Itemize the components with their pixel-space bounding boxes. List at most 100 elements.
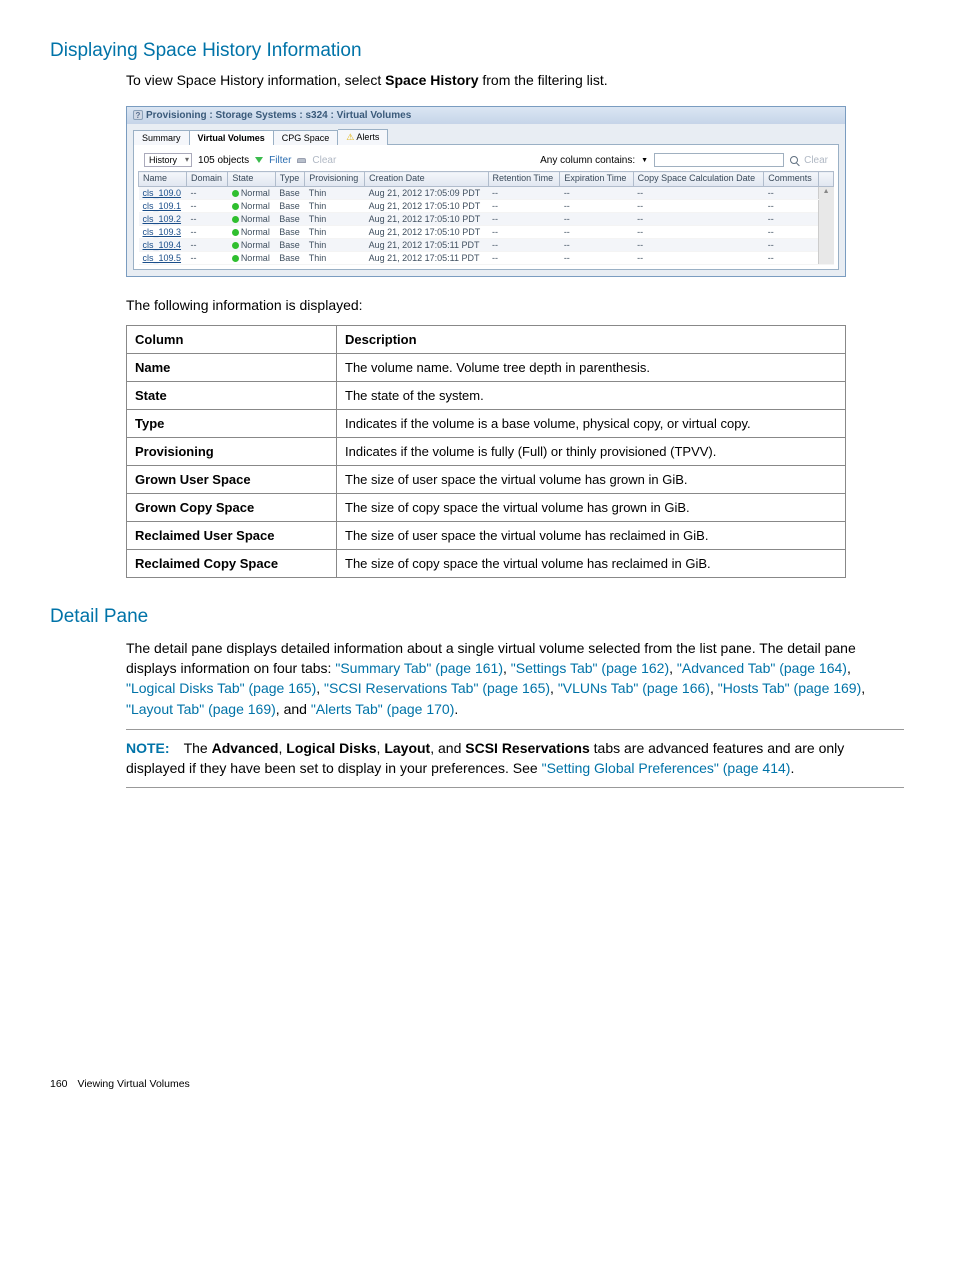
link-scsi-tab[interactable]: "SCSI Reservations Tab" (page 165) [324, 680, 550, 696]
cell-domain: -- [187, 199, 228, 212]
cell-name: cls_109.2 [139, 212, 187, 225]
section-heading-space-history: Displaying Space History Information [50, 40, 904, 62]
link-layout-tab[interactable]: "Layout Tab" (page 169) [126, 701, 276, 717]
link-alerts-tab[interactable]: "Alerts Tab" (page 170) [311, 701, 455, 717]
note-b3: Layout [384, 740, 430, 756]
help-icon: ? [133, 110, 143, 120]
table-row[interactable]: cls_109.4--NormalBaseThinAug 21, 2012 17… [139, 238, 834, 251]
column-contains-label: Any column contains: [540, 155, 635, 166]
col-domain[interactable]: Domain [187, 172, 228, 187]
desc-col1: Type [127, 409, 337, 437]
link-setting-global-prefs[interactable]: "Setting Global Preferences" (page 414) [542, 760, 791, 776]
inner-panel: History 105 objects Filter Clear Any col… [133, 144, 839, 270]
status-dot-icon [232, 229, 239, 236]
cell-comm: -- [764, 225, 818, 238]
link-hosts-tab[interactable]: "Hosts Tab" (page 169) [718, 680, 862, 696]
desc-row: TypeIndicates if the volume is a base vo… [127, 409, 846, 437]
cell-copy: -- [633, 199, 764, 212]
clear-filter-link[interactable]: Clear [312, 155, 336, 166]
table-row[interactable]: cls_109.1--NormalBaseThinAug 21, 2012 17… [139, 199, 834, 212]
cell-domain: -- [187, 238, 228, 251]
history-dropdown[interactable]: History [144, 153, 192, 167]
desc-col1: Reclaimed Copy Space [127, 549, 337, 577]
window-title: Provisioning : Storage Systems : s324 : … [146, 110, 411, 121]
cell-comm: -- [764, 238, 818, 251]
cell-ret: -- [488, 225, 560, 238]
volume-link[interactable]: cls_109.5 [143, 253, 182, 263]
cell-prov: Thin [305, 251, 365, 264]
cell-state: Normal [228, 251, 275, 264]
col-name[interactable]: Name [139, 172, 187, 187]
filter-link[interactable]: Filter [269, 155, 291, 166]
desc-col1: Grown Copy Space [127, 493, 337, 521]
desc-row: ProvisioningIndicates if the volume is f… [127, 437, 846, 465]
desc-header-column: Column [127, 325, 337, 353]
volume-link[interactable]: cls_109.4 [143, 240, 182, 250]
col-expiration[interactable]: Expiration Time [560, 172, 633, 187]
desc-row: Reclaimed User SpaceThe size of user spa… [127, 521, 846, 549]
table-row[interactable]: cls_109.3--NormalBaseThinAug 21, 2012 17… [139, 225, 834, 238]
col-provisioning[interactable]: Provisioning [305, 172, 365, 187]
cell-exp: -- [560, 199, 633, 212]
col-comments[interactable]: Comments [764, 172, 818, 187]
search-input[interactable] [654, 153, 784, 167]
desc-row: Grown Copy SpaceThe size of copy space t… [127, 493, 846, 521]
chevron-down-icon[interactable]: ▼ [641, 157, 648, 164]
table-row[interactable]: cls_109.5--NormalBaseThinAug 21, 2012 17… [139, 251, 834, 264]
link-logical-disks-tab[interactable]: "Logical Disks Tab" (page 165) [126, 680, 316, 696]
volume-link[interactable]: cls_109.3 [143, 227, 182, 237]
desc-row: NameThe volume name. Volume tree depth i… [127, 353, 846, 381]
link-settings-tab[interactable]: "Settings Tab" (page 162) [511, 660, 669, 676]
cell-type: Base [275, 238, 304, 251]
cell-prov: Thin [305, 238, 365, 251]
col-creation-date[interactable]: Creation Date [365, 172, 488, 187]
tab-summary[interactable]: Summary [133, 130, 190, 145]
volume-link[interactable]: cls_109.0 [143, 188, 182, 198]
intro-bold: Space History [385, 72, 478, 88]
filter-row: History 105 objects Filter Clear Any col… [138, 149, 834, 171]
cell-created: Aug 21, 2012 17:05:11 PDT [365, 251, 488, 264]
status-dot-icon [232, 216, 239, 223]
desc-col2: Indicates if the volume is fully (Full) … [337, 437, 846, 465]
link-advanced-tab[interactable]: "Advanced Tab" (page 164) [677, 660, 847, 676]
col-retention[interactable]: Retention Time [488, 172, 560, 187]
tab-cpg-space[interactable]: CPG Space [274, 130, 339, 145]
col-type[interactable]: Type [275, 172, 304, 187]
note-b4: SCSI Reservations [465, 740, 590, 756]
desc-header-description: Description [337, 325, 846, 353]
volume-link[interactable]: cls_109.1 [143, 201, 182, 211]
table-row[interactable]: cls_109.0--NormalBaseThinAug 21, 2012 17… [139, 186, 834, 199]
data-grid: Name Domain State Type Provisioning Crea… [138, 171, 834, 265]
cell-created: Aug 21, 2012 17:05:10 PDT [365, 212, 488, 225]
cell-domain: -- [187, 212, 228, 225]
cell-state: Normal [228, 225, 275, 238]
col-state[interactable]: State [228, 172, 275, 187]
desc-col1: State [127, 381, 337, 409]
tab-alerts[interactable]: ⚠Alerts [338, 129, 388, 145]
cell-prov: Thin [305, 212, 365, 225]
clear-search-link[interactable]: Clear [804, 155, 828, 166]
cell-created: Aug 21, 2012 17:05:11 PDT [365, 238, 488, 251]
cell-state: Normal [228, 186, 275, 199]
cell-ret: -- [488, 238, 560, 251]
scrollbar[interactable]: ▲ [818, 186, 833, 264]
cell-copy: -- [633, 238, 764, 251]
object-count: 105 objects [198, 155, 249, 166]
link-vluns-tab[interactable]: "VLUNs Tab" (page 166) [558, 680, 710, 696]
tab-virtual-volumes[interactable]: Virtual Volumes [190, 130, 274, 145]
link-summary-tab[interactable]: "Summary Tab" (page 161) [335, 660, 503, 676]
para1-end: , and [276, 701, 311, 717]
cell-exp: -- [560, 225, 633, 238]
desc-col2: The size of user space the virtual volum… [337, 465, 846, 493]
desc-row: Reclaimed Copy SpaceThe size of copy spa… [127, 549, 846, 577]
desc-col2: The size of user space the virtual volum… [337, 521, 846, 549]
cell-created: Aug 21, 2012 17:05:10 PDT [365, 199, 488, 212]
intro-text: To view Space History information, selec… [126, 72, 904, 88]
table-row[interactable]: cls_109.2--NormalBaseThinAug 21, 2012 17… [139, 212, 834, 225]
desc-row: Grown User SpaceThe size of user space t… [127, 465, 846, 493]
note-block: NOTE:The Advanced, Logical Disks, Layout… [126, 729, 904, 788]
volume-link[interactable]: cls_109.2 [143, 214, 182, 224]
cell-copy: -- [633, 212, 764, 225]
search-icon[interactable] [790, 156, 798, 164]
col-copy-space[interactable]: Copy Space Calculation Date [633, 172, 764, 187]
